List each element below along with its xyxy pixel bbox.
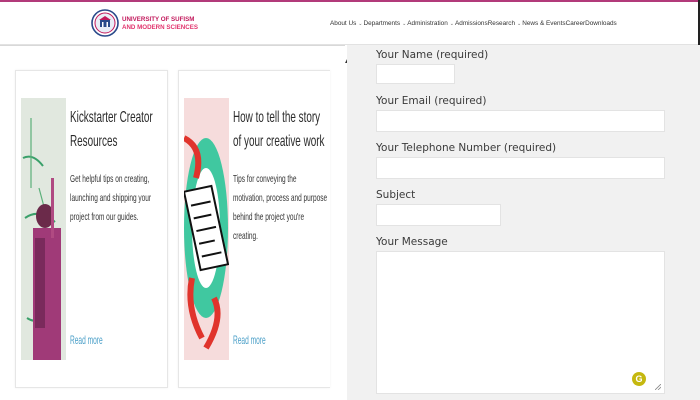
card-title[interactable]: Kickstarter Creator Resources xyxy=(70,106,163,154)
nav-item-departments[interactable]: Departments xyxy=(364,20,401,27)
message-label: Your Message xyxy=(376,236,448,248)
card-description: Get helpful tips on creating, launching … xyxy=(70,173,152,223)
card-thumbnail-image xyxy=(21,98,66,360)
site-header: UNIVERSITY OF SUFISM AND MODERN SCIENCES… xyxy=(0,2,700,45)
phone-input[interactable] xyxy=(376,157,665,179)
email-input[interactable] xyxy=(376,110,665,132)
resource-card[interactable]: Kickstarter Creator Resources Get helpfu… xyxy=(15,70,168,388)
read-more-link[interactable]: Read more xyxy=(70,333,103,347)
brand-name[interactable]: UNIVERSITY OF SUFISM AND MODERN SCIENCES xyxy=(122,16,198,32)
card-text: Kickstarter Creator Resources Get helpfu… xyxy=(70,106,153,227)
resize-handle-icon[interactable] xyxy=(655,384,661,390)
card-thumbnail-image xyxy=(184,98,229,360)
chevron-down-icon: ⌄ xyxy=(402,21,407,27)
nav-item-administration[interactable]: Administration xyxy=(407,20,448,27)
phone-label: Your Telephone Number (required) xyxy=(376,142,557,154)
brand-line1: UNIVERSITY OF SUFISM xyxy=(122,16,195,23)
read-more-link[interactable]: Read more xyxy=(233,333,266,347)
nav-item-news-events[interactable]: News & Events xyxy=(522,20,565,27)
contact-form: Your Name (required) Your Email (require… xyxy=(347,45,700,400)
name-label: Your Name (required) xyxy=(376,49,489,61)
chevron-down-icon: ⌄ xyxy=(358,21,363,27)
nav-item-research[interactable]: Research xyxy=(488,20,515,27)
email-label: Your Email (required) xyxy=(376,95,487,107)
nav-item-downloads[interactable]: Downloads xyxy=(585,20,617,27)
nav-item-admissions[interactable]: Admissions xyxy=(455,20,488,27)
subject-input[interactable] xyxy=(376,204,501,226)
grammarly-icon[interactable]: G xyxy=(632,372,646,386)
message-textarea[interactable] xyxy=(376,251,665,394)
divider xyxy=(0,45,345,46)
card-title[interactable]: How to tell the story of your creative w… xyxy=(233,106,326,154)
nav-item-career[interactable]: Career xyxy=(566,20,586,27)
card-description: Tips for conveying the motivation, proce… xyxy=(233,173,328,242)
university-seal-icon[interactable] xyxy=(91,9,119,37)
chevron-down-icon: ⌄ xyxy=(449,21,454,27)
name-input[interactable] xyxy=(376,64,455,84)
resource-card[interactable]: How to tell the story of your creative w… xyxy=(178,70,330,388)
chevron-down-icon: ⌄ xyxy=(517,21,522,27)
main-nav: About Us ⌄Departments ⌄Administration ⌄Admi… xyxy=(330,20,617,27)
subject-label: Subject xyxy=(376,189,416,201)
nav-item-about-us[interactable]: About Us xyxy=(330,20,356,27)
brand-line2: AND MODERN SCIENCES xyxy=(122,24,198,31)
card-text: How to tell the story of your creative w… xyxy=(233,106,327,246)
